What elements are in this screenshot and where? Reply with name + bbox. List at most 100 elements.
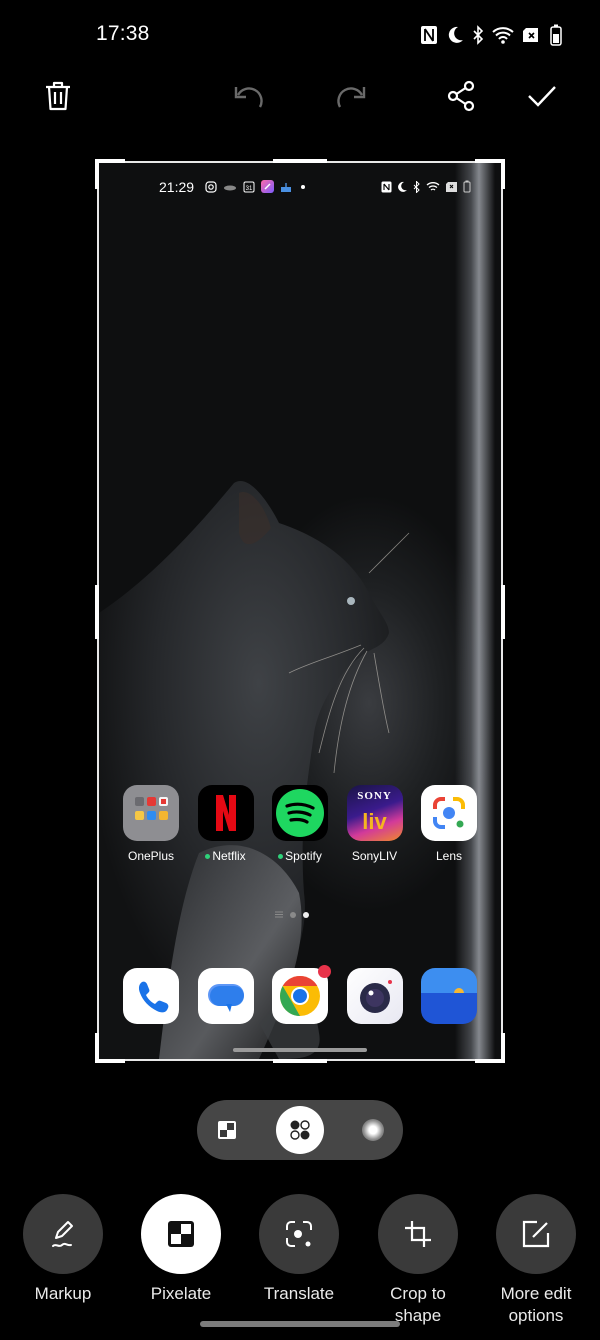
status-time: 17:38 [96, 22, 150, 45]
tool-label-more-edit: More edit options [501, 1283, 572, 1327]
redo-button[interactable] [332, 76, 372, 116]
tool-label-line1: Crop to [390, 1284, 446, 1303]
app-drawer-lines-icon [275, 911, 283, 918]
crop-shape-icon [405, 1221, 431, 1247]
dock-chrome[interactable] [271, 965, 331, 1024]
app-label-netflix: Netflix [212, 849, 246, 863]
crop-handle-bottom-left[interactable] [95, 1059, 125, 1063]
status-icons [420, 22, 562, 48]
crop-handle-left[interactable] [95, 585, 99, 639]
undo-icon [234, 87, 263, 108]
screenshot-preview[interactable]: 21:29 31 OnePlus Netflix Spotify SONY li… [99, 163, 501, 1059]
delete-icon [46, 81, 70, 111]
no-sim-icon [523, 28, 538, 42]
notification-badge [318, 965, 331, 978]
app-label-sonyliv: SonyLIV [351, 849, 398, 863]
chrome-icon [272, 965, 331, 1024]
preview-moon-icon [398, 181, 407, 192]
checkmark-icon [528, 86, 556, 107]
netflix-icon [197, 785, 254, 841]
preview-battery-icon [463, 180, 471, 193]
crop-handle-top-left-vertical[interactable] [95, 159, 99, 189]
app-label-oneplus: OnePlus [127, 849, 175, 863]
tool-label-markup: Markup [34, 1284, 92, 1303]
redo-icon [337, 87, 366, 108]
new-install-dot [278, 853, 284, 859]
square-pixels-icon [218, 1121, 236, 1139]
nfc-icon [421, 26, 437, 44]
dot-pixels-icon [290, 1120, 310, 1140]
app-oneplus-folder[interactable]: OnePlus [122, 785, 180, 863]
spotify-icon [272, 785, 328, 841]
crop-handle-bottom-right-vertical[interactable] [501, 1033, 505, 1063]
crop-handle-top-right-vertical[interactable] [501, 159, 505, 189]
gallery-icon [421, 968, 477, 1024]
crop-handle-right[interactable] [501, 585, 505, 639]
page-dot-2-current [303, 911, 309, 918]
preview-status-bar: 21:29 31 [99, 177, 501, 197]
mode-dot-pixels[interactable] [276, 1106, 324, 1154]
undo-button[interactable] [228, 76, 268, 116]
tool-crop-to-shape[interactable]: Crop to shape [368, 1194, 468, 1327]
dock-messages[interactable] [197, 968, 255, 1024]
app-lens[interactable]: Lens [420, 785, 478, 863]
crop-handle-top[interactable] [273, 159, 327, 163]
delete-button[interactable] [38, 76, 78, 116]
bluetooth-icon [473, 25, 484, 45]
tool-label-line2: shape [394, 1306, 442, 1325]
dock-gallery[interactable] [420, 968, 478, 1024]
app-label-lens: Lens [435, 849, 463, 863]
dock-camera[interactable] [346, 968, 404, 1024]
app-notification-icon [261, 180, 274, 193]
preview-nfc-icon [381, 181, 392, 192]
translate-lens-icon [286, 1221, 312, 1247]
google-lens-icon [421, 785, 477, 841]
tool-label-pixelate: Pixelate [150, 1284, 212, 1303]
share-button[interactable] [441, 76, 481, 116]
pixelate-mode-selector [197, 1100, 403, 1160]
mode-blur[interactable] [349, 1106, 397, 1154]
app-sonyliv[interactable]: SONY liv SonyLIV [346, 785, 404, 863]
svg-text:31: 31 [246, 186, 253, 192]
tool-translate[interactable]: Translate [249, 1194, 349, 1305]
sonyliv-mark-text: liv [362, 809, 387, 834]
sonyliv-icon: SONY liv [346, 785, 403, 841]
share-icon [447, 80, 475, 112]
done-button[interactable] [522, 76, 562, 116]
calendar-31-icon: 31 [243, 181, 255, 192]
edit-icon [522, 1220, 550, 1248]
folder-icon [123, 785, 179, 841]
do-not-disturb-moon-icon [448, 26, 463, 43]
preview-status-time: 21:29 [159, 179, 195, 195]
crop-handle-bottom-left-vertical[interactable] [95, 1033, 99, 1063]
mode-square-pixels[interactable] [203, 1106, 251, 1154]
markup-pen-icon [52, 1221, 73, 1247]
birthday-cake-icon [281, 182, 291, 192]
more-dot-icon [301, 184, 305, 189]
preview-gesture-bar [233, 1048, 367, 1052]
crop-handle-top-left[interactable] [95, 159, 125, 163]
tool-markup[interactable]: Markup [13, 1194, 113, 1305]
home-app-row: OnePlus Netflix Spotify SONY liv SonyLIV [99, 785, 501, 863]
tool-more-edit-options[interactable]: More edit options [486, 1194, 586, 1327]
pixelate-icon [168, 1221, 194, 1247]
tool-label-crop-to-shape: Crop to shape [390, 1283, 446, 1327]
preview-bluetooth-icon [413, 180, 420, 193]
battery-icon [550, 24, 562, 46]
dock [99, 965, 501, 1024]
tool-label-translate: Translate [263, 1284, 335, 1303]
app-spotify[interactable]: Spotify [271, 785, 329, 863]
camera-icon [346, 968, 403, 1024]
dock-phone[interactable] [122, 968, 180, 1024]
tool-pixelate[interactable]: Pixelate [131, 1194, 231, 1305]
page-dot-1 [290, 911, 296, 918]
app-label-spotify: Spotify [285, 849, 322, 863]
crop-handle-bottom[interactable] [273, 1059, 327, 1063]
phone-icon [123, 968, 179, 1024]
app-netflix[interactable]: Netflix [197, 785, 255, 863]
cloud-icon [224, 185, 236, 190]
system-gesture-bar[interactable] [200, 1321, 400, 1327]
tool-label-line2: options [508, 1306, 564, 1325]
blur-icon [362, 1119, 384, 1141]
preview-wifi-icon [426, 181, 440, 191]
